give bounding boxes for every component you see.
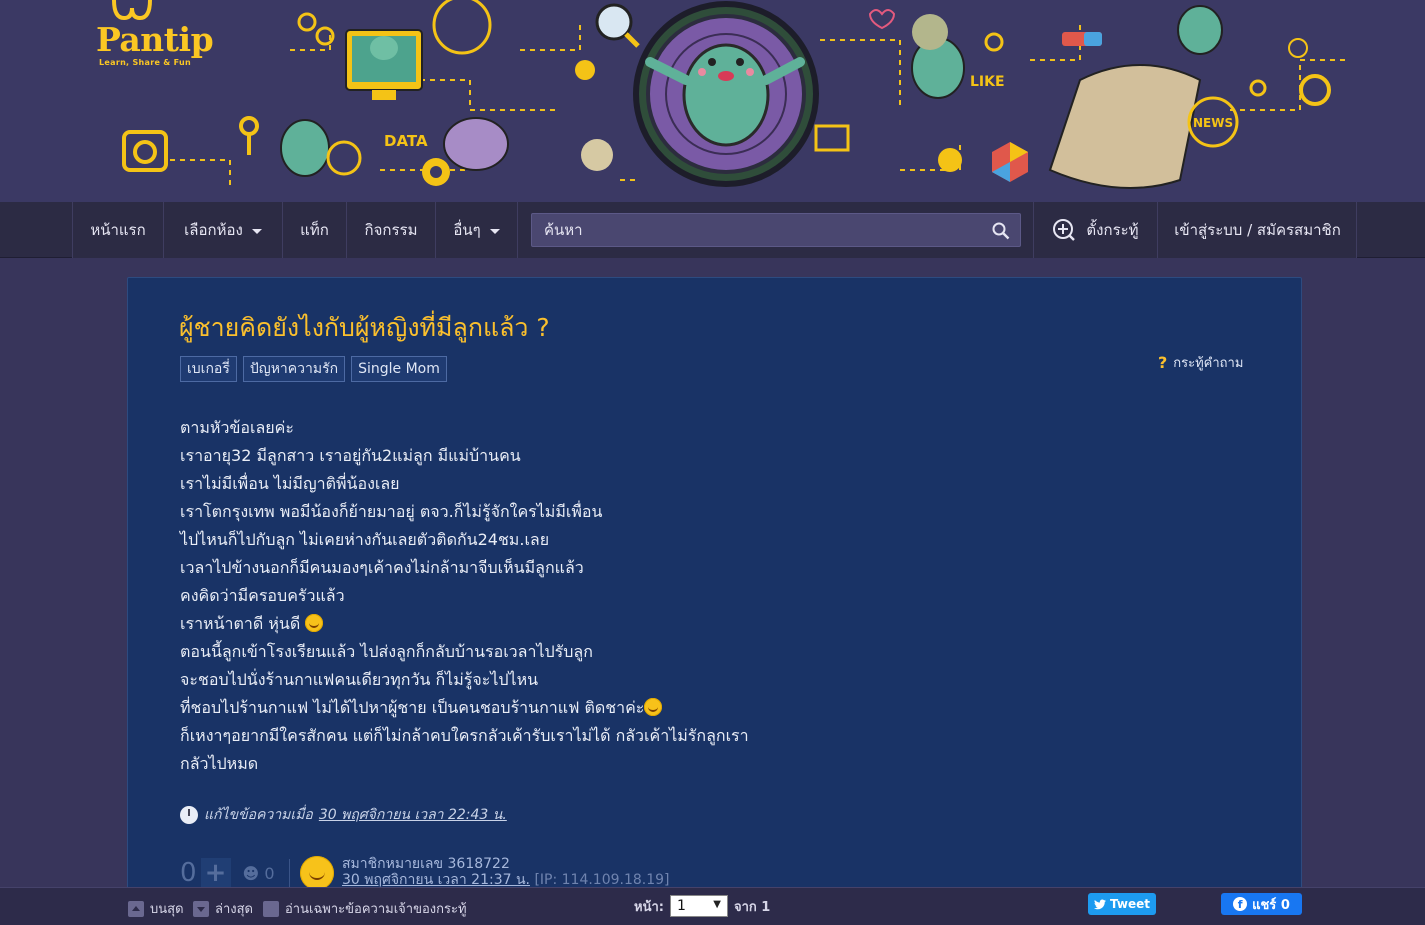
facebook-icon: f [1233, 897, 1248, 911]
nav-activities-label: กิจกรรม [364, 221, 418, 239]
body-line: คงคิดว่ามีครอบครัวแล้ว [180, 586, 345, 605]
edit-date: 30 พฤศจิกายน เวลา 22:43 น. [318, 807, 507, 823]
body-line: จะชอบไปนั่งร้านกาแฟคนเดียวทุกวัน ก็ไม่รู… [180, 670, 539, 689]
add-topic-icon [1053, 219, 1076, 241]
logo-emblem-icon [112, 0, 152, 21]
vote-plus-button[interactable]: + [200, 858, 231, 888]
bottom-toolbar: บนสุด ล่างสุด อ่านเฉพาะข้อความเจ้าของกระ… [0, 887, 1425, 925]
post-card: ผู้ชายคิดยังไงกับผู้หญิงที่มีลูกแล้ว ? เ… [127, 277, 1302, 917]
login-register-link[interactable]: เข้าสู่ระบบ / สมัครสมาชิก [1158, 202, 1357, 258]
vote-count: 0 [180, 858, 197, 888]
pagination: หน้า: 1 จาก 1 [634, 895, 770, 917]
body-line-text: เราหน้าตาดี หุ่นดี [180, 614, 301, 633]
search-placeholder: ค้นหา [544, 221, 583, 239]
login-register-label: เข้าสู่ระบบ / สมัครสมาชิก [1174, 221, 1341, 239]
nav-rooms-dropdown[interactable]: เลือกห้อง [164, 202, 283, 258]
banner-news-text: NEWS [1193, 116, 1233, 130]
post-title: ผู้ชายคิดยังไงกับผู้หญิงที่มีลูกแล้ว ? [179, 313, 550, 342]
post-type-badge: ? กระทู้คำถาม [1158, 352, 1243, 373]
body-line: ตอนนี้ลูกเข้าโรงเรียนแล้ว ไปส่งลูกก็กลับ… [180, 642, 593, 661]
edit-note: แก้ไขข้อความเมื่อ 30 พฤศจิกายน เวลา 22:4… [180, 804, 507, 826]
new-topic-button[interactable]: ตั้งกระทู้ [1033, 202, 1158, 258]
banner-like-text: LIKE [970, 74, 1005, 90]
tag-single-mom[interactable]: Single Mom [351, 356, 447, 382]
nav-rooms-label: เลือกห้อง [184, 221, 243, 239]
scroll-bottom-button[interactable]: ล่างสุด [193, 898, 253, 919]
page-total: จาก 1 [733, 899, 771, 915]
page-select[interactable]: 1 [669, 895, 728, 917]
body-line: เราไม่มีเพื่อน ไม่มีญาติพี่น้องเลย [180, 474, 400, 493]
post-body: ตามหัวข้อเลยค่ะ เราอายุ32 มีลูกสาว เราอย… [180, 414, 749, 778]
logo-tagline: Learn, Share & Fun [99, 58, 192, 67]
post-type-label: กระทู้คำถาม [1173, 356, 1244, 371]
body-line: เราอายุ32 มีลูกสาว เราอยู่กัน2แม่ลูก มีแ… [180, 446, 521, 465]
tweet-label: Tweet [1110, 897, 1150, 911]
facebook-share-button[interactable]: f แชร์ 0 [1221, 893, 1302, 915]
nav-more-label: อื่นๆ [453, 221, 481, 239]
divider [288, 859, 290, 887]
owner-only-label: อ่านเฉพาะข้อความเจ้าของกระทู้ [285, 902, 467, 917]
scroll-top-button[interactable]: บนสุด [128, 898, 184, 919]
nav-tags-label: แท็ก [300, 221, 329, 239]
nav-more-dropdown[interactable]: อื่นๆ [436, 202, 518, 258]
owner-only-toggle[interactable]: อ่านเฉพาะข้อความเจ้าของกระทู้ [263, 898, 467, 919]
body-line: ตามหัวข้อเลยค่ะ [180, 418, 294, 437]
header-banner: DATA LIKE NEWS Pantip Learn, Share & Fun [0, 0, 1425, 202]
avatar[interactable] [300, 856, 334, 890]
tag-bakery[interactable]: เบเกอรี่ [180, 356, 237, 382]
member-info: สมาชิกหมายเลข 3618722 30 พฤศจิกายน เวลา … [342, 856, 670, 888]
member-id[interactable]: สมาชิกหมายเลข 3618722 [342, 856, 670, 872]
nav-container: หน้าแรก เลือกห้อง แท็ก กิจกรรม อื่นๆ ค้น… [72, 202, 1357, 258]
question-mark-icon: ? [1158, 353, 1168, 372]
emotion-count-value: 0 [264, 863, 275, 883]
nav-home-label: หน้าแรก [90, 221, 146, 239]
twitter-bird-icon [1094, 899, 1107, 909]
reader-icon [263, 900, 279, 917]
body-line: เราโตกรุงเทพ พอมีน้องก็ย้ายมาอยู่ ตจว.ก็… [180, 502, 603, 521]
post-tags: เบเกอรี่ ปัญหาความรัก Single Mom [180, 356, 447, 382]
post-meta: 30 พฤศจิกายน เวลา 21:37 น. [IP: 114.109.… [342, 872, 670, 888]
body-line-with-emoji: เราหน้าตาดี หุ่นดี [180, 610, 749, 638]
ip-address: [IP: 114.109.18.19] [534, 872, 670, 888]
body-line: เวลาไปข้างนอกก็มีคนมองๆเค้าคงไม่กล้ามาจี… [180, 558, 584, 577]
page-select-value: 1 [676, 898, 686, 914]
nav-tags[interactable]: แท็ก [283, 202, 347, 258]
edit-prefix: แก้ไขข้อความเมื่อ [204, 807, 313, 823]
arrow-down-icon [193, 900, 209, 917]
body-line-with-emoji: ที่ชอบไปร้านกาแฟ ไม่ได้ไปหาผู้ชาย เป็นคน… [180, 694, 749, 722]
nav-home[interactable]: หน้าแรก [73, 202, 164, 258]
pantip-logo[interactable]: Pantip Learn, Share & Fun [96, 0, 236, 80]
smile-emoji-icon [644, 698, 663, 716]
posted-at: 30 พฤศจิกายน เวลา 21:37 น. [342, 872, 530, 888]
tweet-button[interactable]: Tweet [1088, 893, 1156, 915]
body-line: กลัวไปหมด [180, 754, 259, 773]
search-icon[interactable] [992, 222, 1010, 240]
banner-data-text: DATA [384, 132, 428, 150]
smile-emoji-icon [305, 614, 324, 632]
share-label: แชร์ 0 [1252, 897, 1290, 913]
vote-area: 0 + ☻ 0 [180, 858, 290, 888]
chevron-down-icon [251, 229, 262, 234]
emotion-count[interactable]: ☻ 0 [243, 864, 275, 883]
scroll-top-label: บนสุด [150, 902, 184, 917]
tag-love-problems[interactable]: ปัญหาความรัก [242, 356, 346, 382]
chevron-down-icon [489, 229, 500, 234]
scroll-bottom-label: ล่างสุด [215, 902, 253, 917]
logo-name: Pantip [96, 20, 214, 59]
body-line: ก็เหงาๆอยากมีใครสักคน แต่ก็ไม่กล้าคบใครก… [180, 726, 749, 745]
clock-icon [180, 806, 198, 824]
nav-activities[interactable]: กิจกรรม [347, 202, 436, 258]
top-nav-bar: หน้าแรก เลือกห้อง แท็ก กิจกรรม อื่นๆ ค้น… [0, 202, 1425, 258]
arrow-up-icon [128, 900, 144, 917]
search-input[interactable]: ค้นหา [531, 213, 1021, 247]
page-label: หน้า: [634, 899, 664, 915]
body-line-text: ที่ชอบไปร้านกาแฟ ไม่ได้ไปหาผู้ชาย เป็นคน… [180, 698, 645, 717]
new-topic-label: ตั้งกระทู้ [1086, 221, 1139, 239]
body-line: ไปไหนก็ไปกับลูก ไม่เคยห่างกันเลยตัวติดกั… [180, 530, 550, 549]
